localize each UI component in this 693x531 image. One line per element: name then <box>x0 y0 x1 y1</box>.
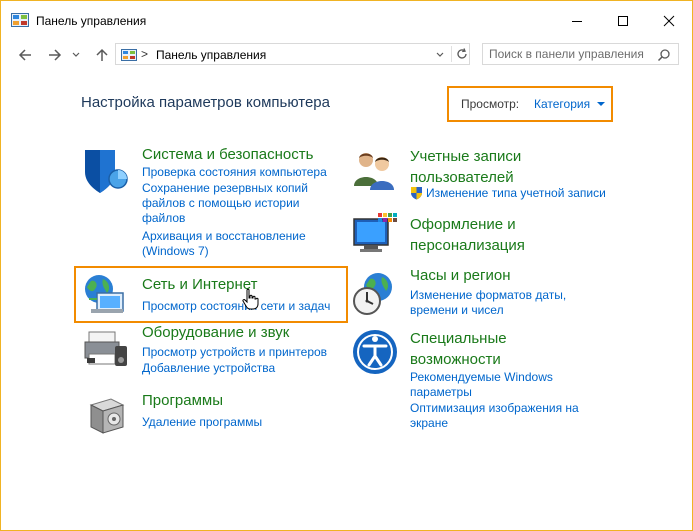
user-accounts-title[interactable]: Учетные записи пользователей <box>410 146 560 188</box>
close-icon <box>663 15 675 27</box>
search-input[interactable] <box>489 46 649 62</box>
control-panel-icon <box>121 48 137 61</box>
network-globe-icon[interactable] <box>81 269 131 319</box>
devices-printers-link[interactable]: Просмотр устройств и принтеров <box>142 345 342 360</box>
appearance-title[interactable]: Оформление и персонализация <box>410 214 560 256</box>
recommended-settings-link[interactable]: Рекомендуемые Windows параметры <box>410 370 570 400</box>
user-accounts-title-text[interactable]: Учетные записи пользователей <box>410 146 560 188</box>
programs-icon[interactable] <box>81 389 131 439</box>
chevron-down-icon <box>72 52 80 57</box>
clock-globe-icon[interactable] <box>350 269 400 319</box>
appearance-title-text[interactable]: Оформление и персонализация <box>410 214 560 256</box>
shield-icon[interactable] <box>81 146 131 196</box>
uac-shield-icon <box>410 186 423 200</box>
control-panel-window: Панель управления > Панель управления По… <box>0 0 693 531</box>
hand-cursor-icon <box>242 288 260 310</box>
backup-restore-link[interactable]: Архивация и восстановление (Windows 7) <box>142 229 322 259</box>
appearance-icon[interactable] <box>350 211 400 261</box>
accessibility-icon[interactable] <box>350 327 400 377</box>
search-icon[interactable] <box>657 48 671 62</box>
chevron-down-icon <box>436 52 444 57</box>
network-internet-title[interactable]: Сеть и Интернет <box>142 276 258 293</box>
refresh-button[interactable] <box>451 46 470 62</box>
arrow-left-icon <box>18 49 31 61</box>
search-box[interactable] <box>482 43 679 65</box>
forward-button[interactable] <box>43 45 65 65</box>
add-device-link[interactable]: Добавление устройства <box>142 361 342 376</box>
printer-icon[interactable] <box>81 324 131 374</box>
optimize-display-link[interactable]: Оптимизация изображения на экране <box>410 401 600 431</box>
breadcrumb[interactable]: Панель управления <box>156 48 266 62</box>
uninstall-program-link[interactable]: Удаление программы <box>142 415 342 430</box>
control-panel-icon <box>11 13 29 27</box>
arrow-up-icon <box>96 48 108 61</box>
view-by-label: Просмотр: <box>461 97 520 111</box>
up-button[interactable] <box>91 45 113 65</box>
close-button[interactable] <box>646 1 692 41</box>
address-dropdown-button[interactable] <box>434 47 446 61</box>
arrow-right-icon <box>49 49 62 61</box>
clock-region-title[interactable]: Часы и регион <box>410 267 511 284</box>
maximize-button[interactable] <box>600 1 646 41</box>
programs-title[interactable]: Программы <box>142 392 223 409</box>
users-icon[interactable] <box>350 146 400 196</box>
recent-locations-button[interactable] <box>69 45 83 65</box>
page-title: Настройка параметров компьютера <box>81 94 330 111</box>
title-bar[interactable]: Панель управления <box>1 1 692 41</box>
address-bar[interactable]: > Панель управления <box>115 43 470 65</box>
check-computer-status-link[interactable]: Проверка состояния компьютера <box>142 165 342 180</box>
window-title: Панель управления <box>36 14 147 28</box>
view-by-value[interactable]: Категория <box>534 97 590 111</box>
minimize-button[interactable] <box>554 1 600 41</box>
hardware-sound-title[interactable]: Оборудование и звук <box>142 324 289 341</box>
breadcrumb-separator: > <box>141 47 149 61</box>
change-account-type-link[interactable]: Изменение типа учетной записи <box>426 186 656 201</box>
ease-of-access-title-text[interactable]: Специальные возможности <box>410 328 560 370</box>
chevron-down-icon[interactable] <box>597 102 605 106</box>
file-history-backup-link[interactable]: Сохранение резервных копий файлов с помо… <box>142 181 322 226</box>
maximize-icon <box>618 16 628 26</box>
minimize-icon <box>572 21 582 22</box>
view-by-selector[interactable]: Просмотр: Категория <box>447 86 613 122</box>
back-button[interactable] <box>15 45 37 65</box>
refresh-icon <box>457 48 467 59</box>
system-security-title[interactable]: Система и безопасность <box>142 146 313 163</box>
ease-of-access-title[interactable]: Специальные возможности <box>410 328 560 370</box>
change-date-formats-link[interactable]: Изменение форматов даты, времени и чисел <box>410 288 580 318</box>
